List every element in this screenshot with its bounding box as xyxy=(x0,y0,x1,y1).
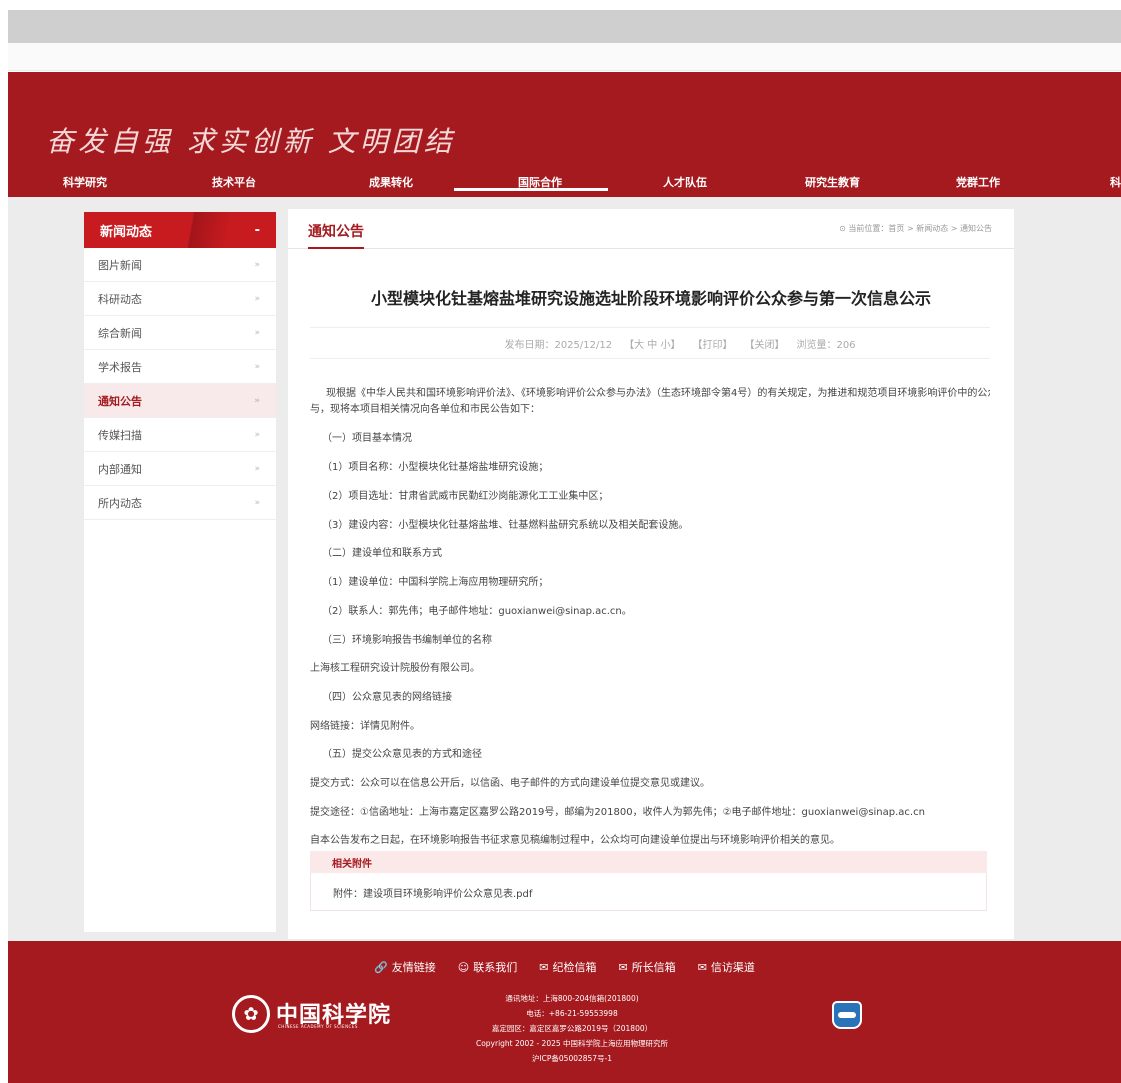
article-paragraph: （四）公众意见表的网络链接 xyxy=(322,692,452,703)
nav-item-party[interactable]: 党群工作 xyxy=(956,174,1000,190)
footer-link-friends[interactable]: 🔗 友情链接 xyxy=(374,959,436,975)
nav-item-research[interactable]: 科学研究 xyxy=(63,174,107,190)
mail-icon: ✉ xyxy=(697,961,707,974)
sidebar-item-label: 综合新闻 xyxy=(98,326,142,340)
publish-date: 发布日期：2025/12/12 xyxy=(504,339,613,351)
article-paragraph: 提交方式：公众可以在信息公开后，以信函、电子邮件的方式向建设单位提交意见或建议。 xyxy=(310,778,710,789)
article-paragraph: （五）提交公众意见表的方式和途径 xyxy=(322,749,482,760)
nav-item-platform[interactable]: 技术平台 xyxy=(212,174,256,190)
article-paragraph: 自本公告发布之日起，在环境影响报告书征求意见稿编制过程中，公众均可向建设单位提出… xyxy=(310,835,840,846)
double-chevron-icon: » xyxy=(254,395,260,406)
double-chevron-icon: » xyxy=(254,259,260,270)
footer-info: 通讯地址：上海800-204信箱(201800) 电话：+86-21-59553… xyxy=(408,991,736,1066)
article-paragraph: 网络链接：详情见附件。 xyxy=(310,721,420,732)
section-title-underline xyxy=(308,247,364,249)
mail-icon: ✉ xyxy=(618,961,628,974)
sidebar-item-photo-news[interactable]: 图片新闻 » xyxy=(84,248,276,282)
nav-item-talent[interactable]: 人才队伍 xyxy=(663,174,707,190)
article-paragraph: 上海核工程研究设计院股份有限公司。 xyxy=(310,663,480,674)
sidebar-item-label: 图片新闻 xyxy=(98,258,142,272)
double-chevron-icon: » xyxy=(254,361,260,372)
article-panel: 通知公告 ⊙ 当前位置：首页 > 新闻动态 > 通知公告 小型模块化钍基熔盐堆研… xyxy=(288,209,1014,939)
article-meta: 发布日期：2025/12/12 【大 中 小】 【打印】 【关闭】 浏览量：20… xyxy=(310,327,990,359)
article-paragraph: （1）项目名称：小型模块化钍基熔盐堆研究设施； xyxy=(322,462,549,473)
footer-copyright: Copyright 2002 - 2025 中国科学院上海应用物理研究所 xyxy=(475,1039,669,1048)
motto-calligraphy: 奋发自强 求实创新 文明团结 xyxy=(46,125,456,158)
footer-phone: 电话：+86-21-59553998 xyxy=(526,1009,618,1018)
article-paragraph: （1）建设单位：中国科学院上海应用物理研究所； xyxy=(322,577,549,588)
sidebar-item-label: 通知公告 xyxy=(98,394,142,408)
sidebar-item-label: 科研动态 xyxy=(98,292,142,306)
sidebar-item-media[interactable]: 传媒扫描 » xyxy=(84,418,276,452)
article-panel-header: 通知公告 ⊙ 当前位置：首页 > 新闻动态 > 通知公告 xyxy=(288,209,1014,249)
footer-link-petition[interactable]: ✉ 信访渠道 xyxy=(698,959,755,975)
nav-item-transfer[interactable]: 成果转化 xyxy=(369,174,413,190)
article-paragraph: （二）建设单位和联系方式 xyxy=(322,548,442,559)
font-size-switch[interactable]: 【大 中 小】 xyxy=(624,336,680,351)
org-name-en: CHINESE ACADEMY OF SCIENCES xyxy=(278,1024,358,1029)
attachments-box: 附件：建设项目环境影响评价公众意见表.pdf xyxy=(310,873,987,911)
attachment-link[interactable]: 附件：建设项目环境影响评价公众意见表.pdf xyxy=(333,889,532,900)
section-title: 通知公告 xyxy=(308,224,364,240)
footer-icp[interactable]: 沪ICP备05002857号-1 xyxy=(408,1051,736,1066)
sidebar-item-internal-notices[interactable]: 内部通知 » xyxy=(84,452,276,486)
link-icon: 🔗 xyxy=(374,961,388,974)
mail-icon: ✉ xyxy=(539,961,549,974)
sidebar-item-seminars[interactable]: 学术报告 » xyxy=(84,350,276,384)
print-link[interactable]: 【打印】 xyxy=(692,336,732,351)
government-badge-icon[interactable] xyxy=(832,1001,862,1029)
footer-link-label: 信访渠道 xyxy=(710,961,755,974)
footer-link-label: 联系我们 xyxy=(473,961,518,974)
sidebar-item-general-news[interactable]: 综合新闻 » xyxy=(84,316,276,350)
double-chevron-icon: » xyxy=(254,463,260,474)
sidebar-title: 新闻动态 xyxy=(100,224,153,240)
article-paragraph: 提交途径：①信函地址：上海市嘉定区嘉罗公路2019号，邮编为201800，收件人… xyxy=(310,807,925,818)
sidebar-header: 新闻动态 - xyxy=(84,212,276,248)
breadcrumb: ⊙ 当前位置：首页 > 新闻动态 > 通知公告 xyxy=(839,223,992,234)
top-strip xyxy=(8,43,1121,71)
contact-icon: ☺ xyxy=(457,961,470,974)
browser-top-bar xyxy=(8,10,1121,43)
nav-active-indicator xyxy=(454,188,608,191)
nav-item-more[interactable]: 科 xyxy=(1110,174,1121,190)
attachments-header: 相关附件 xyxy=(310,851,987,873)
footer-address: 通讯地址：上海800-204信箱(201800) xyxy=(505,994,639,1003)
sidebar: 新闻动态 - 图片新闻 » 科研动态 » 综合新闻 » 学术报告 » 通知公告 » 传媒扫… xyxy=(84,212,276,932)
close-link[interactable]: 【关闭】 xyxy=(744,336,784,351)
sidebar-item-label: 传媒扫描 xyxy=(98,428,142,442)
article-paragraph: 现根据《中华人民共和国环境影响评价法》、《环境影响评价公众参与办法》（生态环境部… xyxy=(326,388,990,399)
article-paragraph: （2）联系人：郭先伟；电子邮件地址：guoxianwei@sinap.ac.cn… xyxy=(322,606,632,617)
sidebar-item-notices[interactable]: 通知公告 » xyxy=(84,384,276,418)
article-title: 小型模块化钍基熔盐堆研究设施选址阶段环境影响评价公众参与第一次信息公示 xyxy=(370,289,931,308)
nav-item-graduate[interactable]: 研究生教育 xyxy=(805,174,860,190)
article-paragraph: 与，现将本项目相关情况向各单位和市民公告如下： xyxy=(310,404,540,415)
main-nav: 科学研究 技术平台 成果转化 国际合作 人才队伍 研究生教育 党群工作 科 xyxy=(8,172,1121,197)
sidebar-item-label: 所内动态 xyxy=(98,496,142,510)
footer-links: 🔗 友情链接 ☺ 联系我们 ✉ 纪检信箱 ✉ 所长信箱 ✉ 信访渠道 xyxy=(8,959,1121,975)
article-paragraph: （三）环境影响报告书编制单位的名称 xyxy=(322,635,492,646)
sidebar-item-research-news[interactable]: 科研动态 » xyxy=(84,282,276,316)
double-chevron-icon: » xyxy=(254,429,260,440)
view-count: 浏览量：206 xyxy=(796,339,856,351)
double-chevron-icon: » xyxy=(254,497,260,508)
collapse-icon[interactable]: - xyxy=(255,223,260,238)
sidebar-item-label: 内部通知 xyxy=(98,462,142,476)
article-paragraph: （一）项目基本情况 xyxy=(322,433,412,444)
footer-campus: 嘉定园区：嘉定区嘉罗公路2019号（201800） xyxy=(491,1024,653,1033)
double-chevron-icon: » xyxy=(254,327,260,338)
article-paragraph: （3）建设内容：小型模块化钍基熔盐堆、钍基燃料盐研究系统以及相关配套设施。 xyxy=(322,520,689,531)
article-paragraph: （2）项目选址：甘肃省武威市民勤红沙岗能源化工工业集中区； xyxy=(322,491,609,502)
sidebar-item-institute-news[interactable]: 所内动态 » xyxy=(84,486,276,520)
footer-link-discipline-mailbox[interactable]: ✉ 纪检信箱 xyxy=(539,959,596,975)
footer-link-contact[interactable]: ☺ 联系我们 xyxy=(458,959,517,975)
sidebar-item-label: 学术报告 xyxy=(98,360,142,374)
cas-emblem-icon: ✿ xyxy=(232,995,270,1033)
footer-link-label: 纪检信箱 xyxy=(552,961,597,974)
double-chevron-icon: » xyxy=(254,293,260,304)
footer-link-director-mailbox[interactable]: ✉ 所长信箱 xyxy=(618,959,675,975)
footer-link-label: 所长信箱 xyxy=(631,961,676,974)
breadcrumb-text: 当前位置：首页 > 新闻动态 > 通知公告 xyxy=(848,224,992,233)
site-footer: 🔗 友情链接 ☺ 联系我们 ✉ 纪检信箱 ✉ 所长信箱 ✉ 信访渠道 ✿ 中国科学院 CH… xyxy=(8,941,1121,1083)
footer-link-label: 友情链接 xyxy=(391,961,436,974)
